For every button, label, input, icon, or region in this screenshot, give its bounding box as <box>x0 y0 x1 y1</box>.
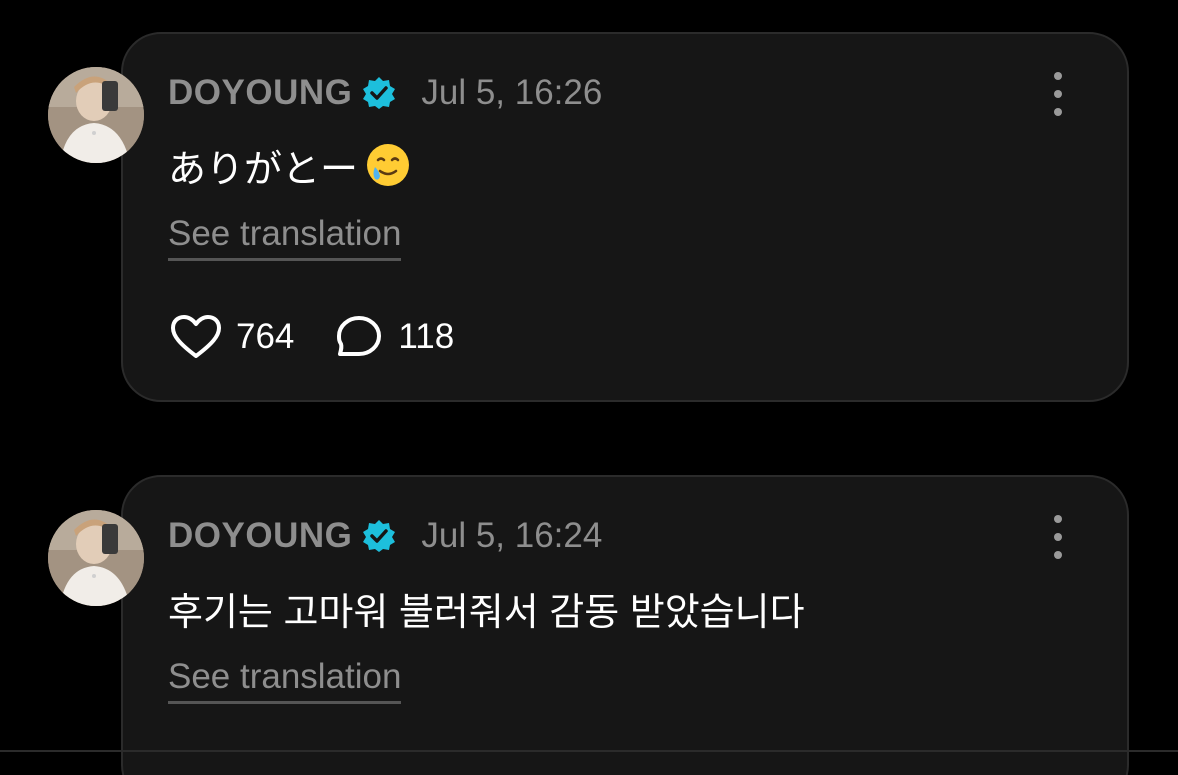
verified-badge-icon <box>362 519 396 553</box>
avatar[interactable] <box>48 510 144 606</box>
post-actions: 764 118 <box>170 312 454 362</box>
username[interactable]: DOYOUNG <box>168 516 352 556</box>
post-header: DOYOUNG Jul 5, 16:26 <box>168 68 602 118</box>
post-text-content: ありがとー <box>168 148 359 191</box>
post-header: DOYOUNG Jul 5, 16:24 <box>168 511 602 561</box>
threads-feed: DOYOUNG Jul 5, 16:26 ありがとー See translati… <box>0 0 1178 775</box>
more-options-icon[interactable] <box>1046 72 1070 116</box>
like-count: 764 <box>236 317 295 356</box>
heart-icon <box>171 315 221 358</box>
post-timestamp: Jul 5, 16:26 <box>421 73 603 112</box>
avatar[interactable] <box>48 67 144 163</box>
username[interactable]: DOYOUNG <box>168 73 352 113</box>
reply-count: 118 <box>398 317 455 356</box>
like-button[interactable]: 764 <box>170 314 294 360</box>
post-text-content: 후기는 고마워 불러줘서 감동 받았습니다 <box>168 591 805 634</box>
post-timestamp: Jul 5, 16:24 <box>421 516 603 555</box>
see-translation-link[interactable]: See translation <box>168 657 402 704</box>
verified-badge-icon <box>362 76 396 110</box>
post-text: ありがとー <box>168 137 412 193</box>
see-translation-link[interactable]: See translation <box>168 214 402 261</box>
smiling-face-with-tear-icon <box>364 141 412 189</box>
more-options-icon[interactable] <box>1046 515 1070 559</box>
post-text: 후기는 고마워 불러줘서 감동 받았습니다 <box>168 580 805 636</box>
reply-bubble-icon <box>337 316 382 356</box>
avatar-photo <box>48 510 144 606</box>
reply-button[interactable]: 118 <box>334 314 454 360</box>
avatar-photo <box>48 67 144 163</box>
bottom-divider <box>0 750 1178 752</box>
